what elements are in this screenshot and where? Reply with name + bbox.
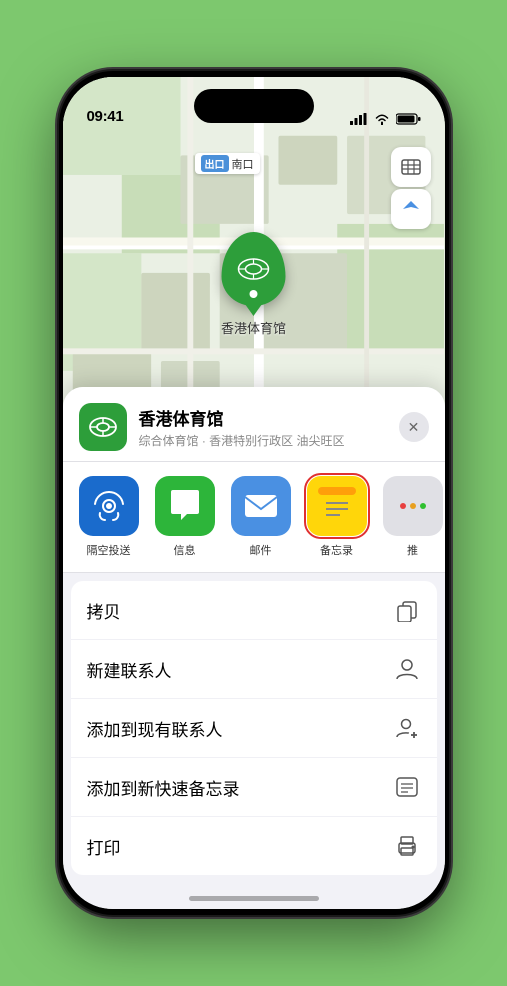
venue-stadium-icon	[87, 411, 119, 443]
action-print[interactable]: 打印	[71, 817, 437, 875]
action-add-existing[interactable]: 添加到现有联系人	[71, 699, 437, 758]
action-print-label: 打印	[87, 834, 121, 859]
action-copy-label: 拷贝	[87, 598, 121, 623]
copy-svg-icon	[396, 598, 418, 622]
venue-info: 香港体育馆 综合体育馆 · 香港特别行政区 油尖旺区	[139, 405, 387, 449]
wifi-icon	[374, 113, 390, 125]
note-svg-icon	[395, 776, 419, 798]
action-new-contact[interactable]: 新建联系人	[71, 640, 437, 699]
share-item-more[interactable]: 推	[383, 476, 443, 558]
map-controls	[391, 147, 431, 229]
add-existing-icon	[393, 714, 421, 742]
notes-icon-wrap	[307, 476, 367, 536]
map-type-button[interactable]	[391, 147, 431, 187]
location-button[interactable]	[391, 189, 431, 229]
messages-icon-wrap	[155, 476, 215, 536]
sheet-header: 香港体育馆 综合体育馆 · 香港特别行政区 油尖旺区 ✕	[63, 387, 445, 462]
notes-icon	[318, 485, 356, 527]
dynamic-island	[194, 89, 314, 123]
more-dots-icon	[398, 496, 428, 516]
airdrop-icon-wrap	[79, 476, 139, 536]
venue-pin[interactable]: 香港体育馆	[221, 232, 286, 337]
mail-icon-wrap	[231, 476, 291, 536]
messages-icon	[167, 488, 203, 524]
messages-label: 信息	[174, 542, 196, 558]
battery-icon	[396, 113, 421, 125]
share-item-messages[interactable]: 信息	[155, 476, 215, 558]
mail-icon	[243, 491, 279, 521]
print-icon	[393, 832, 421, 860]
notes-label: 备忘录	[320, 542, 353, 558]
action-copy[interactable]: 拷贝	[71, 581, 437, 640]
map-label-tag-blue: 出口	[201, 155, 229, 172]
share-item-mail[interactable]: 邮件	[231, 476, 291, 558]
phone-frame: 09:41	[59, 71, 449, 915]
action-new-contact-label: 新建联系人	[87, 657, 172, 682]
signal-icon	[350, 113, 368, 125]
phone-screen: 09:41	[63, 77, 445, 909]
venue-desc: 综合体育馆 · 香港特别行政区 油尖旺区	[139, 432, 387, 449]
action-add-notes-label: 添加到新快速备忘录	[87, 775, 240, 800]
action-add-existing-label: 添加到现有联系人	[87, 716, 223, 741]
more-label: 推	[407, 542, 418, 558]
home-indicator	[189, 896, 319, 901]
map-north-label: 出口 南口	[195, 153, 260, 174]
new-contact-icon	[393, 655, 421, 683]
status-icons	[350, 113, 421, 125]
map-label-text: 南口	[232, 156, 254, 172]
printer-svg-icon	[395, 835, 419, 857]
status-time: 09:41	[87, 108, 124, 125]
venue-name: 香港体育馆	[139, 405, 387, 430]
person-svg-icon	[395, 657, 419, 681]
share-row: 隔空投送 信息	[63, 462, 445, 573]
share-item-airdrop[interactable]: 隔空投送	[79, 476, 139, 558]
map-layers-icon	[400, 156, 422, 178]
pin-label: 香港体育馆	[221, 318, 286, 337]
pin-dot	[249, 290, 257, 298]
more-icon-wrap	[383, 476, 443, 536]
mail-label: 邮件	[250, 542, 272, 558]
venue-icon	[79, 403, 127, 451]
close-button[interactable]: ✕	[399, 412, 429, 442]
pin-icon	[221, 232, 285, 306]
bottom-sheet: 香港体育馆 综合体育馆 · 香港特别行政区 油尖旺区 ✕	[63, 387, 445, 909]
airdrop-icon	[92, 489, 126, 523]
copy-icon	[393, 596, 421, 624]
share-item-notes[interactable]: 备忘录	[307, 476, 367, 558]
stadium-icon	[235, 254, 271, 284]
actions-list: 拷贝 新建联系人	[71, 581, 437, 875]
location-arrow-icon	[402, 200, 420, 218]
add-notes-icon	[393, 773, 421, 801]
action-add-notes[interactable]: 添加到新快速备忘录	[71, 758, 437, 817]
person-add-svg-icon	[395, 716, 419, 740]
airdrop-label: 隔空投送	[87, 542, 131, 558]
